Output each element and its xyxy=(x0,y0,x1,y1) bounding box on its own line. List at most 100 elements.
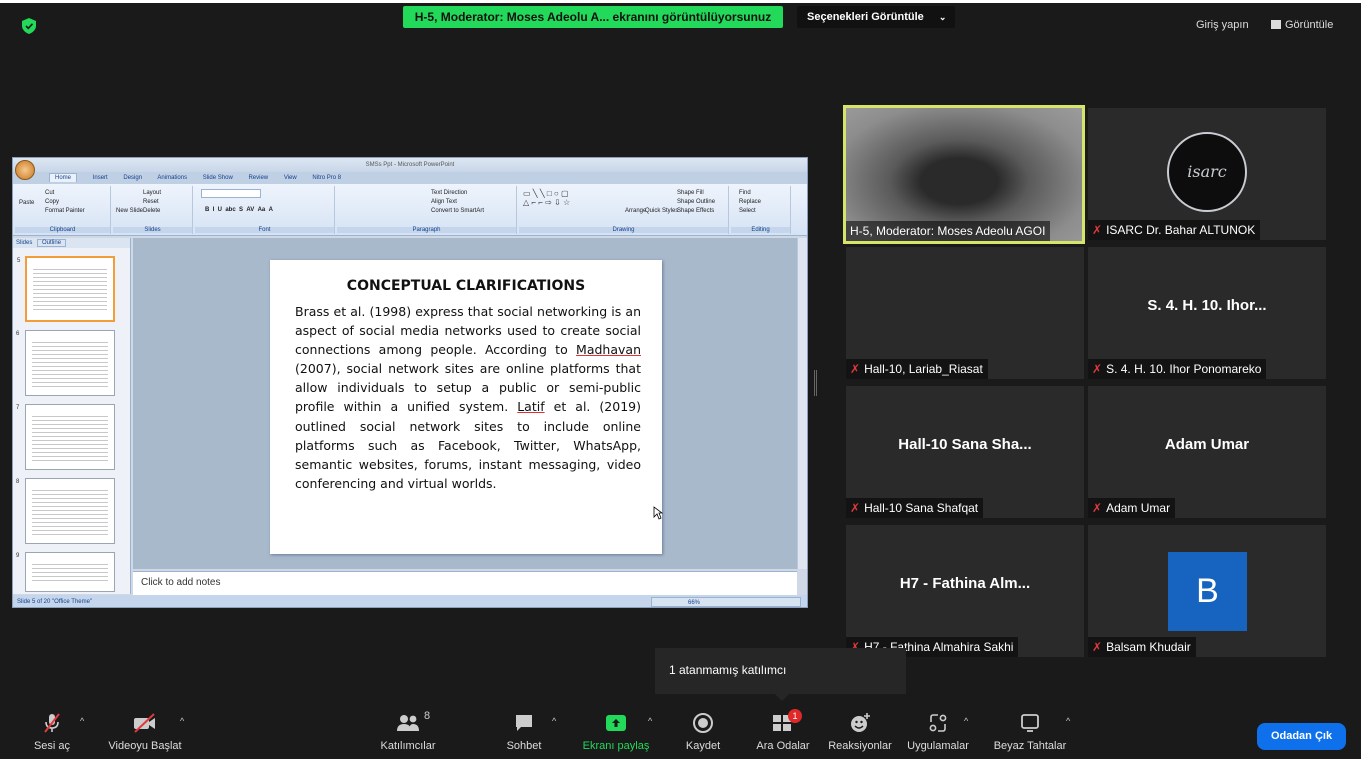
breakout-rooms-button[interactable]: 1 Ara Odalar xyxy=(748,709,818,752)
mic-muted-icon: ✗ xyxy=(1092,223,1103,237)
unmute-button[interactable]: ^ Sesi aç xyxy=(22,712,84,752)
apps-label: Uygulamalar xyxy=(907,740,969,752)
participant-name-text: Balsam Khudair xyxy=(1106,640,1191,654)
slide-thumbnail: 7 xyxy=(16,404,115,470)
participant-tile[interactable]: Hall-10 Sana Sha... ✗ Hall-10 Sana Shafqa… xyxy=(846,386,1084,518)
thumb-content xyxy=(32,413,108,461)
zoom-slider: 66% xyxy=(651,597,801,607)
ribbon-group-slides: Layout Reset Delete New Slide Slides xyxy=(113,186,193,234)
participant-name-text: ISARC Dr. Bahar ALTUNOK xyxy=(1106,223,1256,237)
ribbon-group-label: Slides xyxy=(113,227,192,233)
ribbon-group-label: Clipboard xyxy=(15,227,110,233)
logo-text: isarc xyxy=(1187,162,1227,181)
ribbon-group-drawing: ▭ ╲ ╲ □ ○ ▢ △ ⌐ ⌐ ⇨ ⇩ ☆ Arrange Quick Sty… xyxy=(519,186,729,234)
caret-up-icon[interactable]: ^ xyxy=(648,716,652,726)
participant-name: ✗ Balsam Khudair xyxy=(1088,637,1196,657)
ribbon-group-paragraph: Text Direction Align Text Convert to Sma… xyxy=(337,186,517,234)
login-link[interactable]: Giriş yapın xyxy=(1196,19,1249,31)
reactions-button[interactable]: Reaksiyonlar xyxy=(824,712,896,752)
participant-tile[interactable]: isarc ✗ ISARC Dr. Bahar ALTUNOK xyxy=(1088,108,1326,240)
caret-up-icon[interactable]: ^ xyxy=(180,716,184,726)
participant-tile[interactable]: S. 4. H. 10. Ihor... ✗ S. 4. H. 10. Ihor … xyxy=(1088,247,1326,379)
ribbon-group-label: Drawing xyxy=(519,227,728,233)
slide-thumbnail: 8 xyxy=(16,478,115,544)
grid-view-icon xyxy=(1271,20,1281,29)
zoom-meeting-window: H-5, Moderator: Moses Adeolu A... ekranı… xyxy=(0,0,1361,759)
mouse-cursor-icon xyxy=(653,506,663,520)
whiteboards-button[interactable]: ^ Beyaz Tahtalar xyxy=(990,712,1070,752)
leave-button[interactable]: Odadan Çık xyxy=(1257,723,1346,750)
participant-tile[interactable]: B ✗ Balsam Khudair xyxy=(1088,525,1326,657)
ribbon-item: Cut xyxy=(45,190,55,196)
breakout-badge: 1 xyxy=(788,709,802,723)
notes-pane: Click to add notes xyxy=(133,571,797,595)
ribbon-item: Shape Fill xyxy=(677,190,704,196)
mic-muted-icon: ✗ xyxy=(1092,362,1103,376)
video-off-icon: ^ xyxy=(100,712,190,734)
ribbon-group-clipboard: Paste Cut Copy Format Painter Clipboard xyxy=(15,186,111,234)
ribbon-group-label: Font xyxy=(195,227,334,233)
ppt-tab: View xyxy=(283,175,297,181)
breakout-rooms-icon: 1 xyxy=(770,709,802,734)
ribbon-group-label: Editing xyxy=(731,227,790,233)
participant-tile[interactable]: ✗ Hall-10, Lariab_Riasat xyxy=(846,247,1084,379)
view-label: Görüntüle xyxy=(1285,19,1334,31)
slide-thumbnail: 9 xyxy=(16,552,115,592)
chat-label: Sohbet xyxy=(506,740,542,752)
ribbon-group-editing: Find Replace Select Editing xyxy=(731,186,791,234)
slides-pane-tabs: Slides Outline xyxy=(13,238,130,248)
slide-number: 6 xyxy=(16,331,20,337)
participants-button[interactable]: 8 Katılımcılar xyxy=(368,710,448,752)
font-name-box xyxy=(201,189,261,198)
breakout-rooms-label: Ara Odalar xyxy=(756,740,810,752)
participant-name-text: Hall-10 Sana Shafqat xyxy=(864,501,979,515)
slide-number: 7 xyxy=(16,405,20,411)
participant-tile-label: H7 - Fathina Alm... xyxy=(899,575,1031,592)
panel-resize-handle[interactable] xyxy=(814,370,817,396)
apps-button[interactable]: ^ Uygulamalar xyxy=(904,712,972,752)
participant-name-text: Adam Umar xyxy=(1106,501,1171,515)
view-options-button[interactable]: Seçenekleri Görüntüle ⌄ xyxy=(797,6,955,28)
security-shield-icon[interactable] xyxy=(22,18,36,34)
participant-name: ✗ ISARC Dr. Bahar ALTUNOK xyxy=(1088,220,1261,240)
ribbon-group-font: B I U abc S AV Aa A Font xyxy=(195,186,335,234)
current-slide: CONCEPTUAL CLARIFICATIONS Brass et al. (… xyxy=(270,260,662,554)
record-label: Kaydet xyxy=(685,740,721,752)
share-screen-button[interactable]: ^ Ekranı paylaş xyxy=(576,712,656,752)
caret-up-icon[interactable]: ^ xyxy=(552,716,556,726)
chat-icon: ^ xyxy=(494,712,556,734)
ppt-tab: Animations xyxy=(157,175,188,181)
participant-avatar: B xyxy=(1168,552,1247,631)
slide-number: 8 xyxy=(16,479,20,485)
ribbon-item: Text Direction xyxy=(431,190,468,196)
mic-muted-icon: ✗ xyxy=(850,362,861,376)
record-button[interactable]: Kaydet xyxy=(676,712,730,752)
caret-up-icon[interactable]: ^ xyxy=(80,716,84,726)
participant-count: 8 xyxy=(424,710,431,722)
participant-name: ✗ Adam Umar xyxy=(1088,498,1176,518)
slide-scrollbar xyxy=(797,238,807,569)
ribbon-item: Arrange xyxy=(625,208,647,214)
participant-name: ✗ Hall-10 Sana Shafqat xyxy=(846,498,984,518)
participant-tile[interactable]: Adam Umar ✗ Adam Umar xyxy=(1088,386,1326,518)
pane-tab-slides: Slides xyxy=(16,240,33,246)
unmute-label: Sesi aç xyxy=(33,740,71,752)
caret-up-icon[interactable]: ^ xyxy=(964,716,968,726)
isarc-logo: isarc xyxy=(1167,132,1247,212)
participant-tile[interactable]: H-5, Moderator: Moses Adeolu AGOI xyxy=(843,105,1085,244)
caret-up-icon[interactable]: ^ xyxy=(1066,716,1070,726)
participant-name-text: Hall-10, Lariab_Riasat xyxy=(864,362,983,376)
ribbon-item: New Slide xyxy=(116,208,144,214)
thumb-content xyxy=(33,266,107,312)
view-button[interactable]: Görüntüle xyxy=(1271,19,1333,31)
ppt-tab: Design xyxy=(123,175,143,181)
chat-button[interactable]: ^ Sohbet xyxy=(494,712,556,752)
ppt-ribbon-tabs: Home Insert Design Animations Slide Show… xyxy=(13,172,807,184)
participant-tile[interactable]: H7 - Fathina Alm... ✗ H7 - Fathina Almahi… xyxy=(846,525,1084,657)
whiteboard-icon: ^ xyxy=(990,712,1070,734)
ppt-tab: Slide Show xyxy=(202,175,233,181)
reactions-label: Reaksiyonlar xyxy=(828,740,892,752)
chevron-down-icon: ⌄ xyxy=(938,12,947,22)
whiteboards-label: Beyaz Tahtalar xyxy=(993,740,1067,752)
start-video-button[interactable]: ^ Videoyu Başlat xyxy=(100,712,190,752)
